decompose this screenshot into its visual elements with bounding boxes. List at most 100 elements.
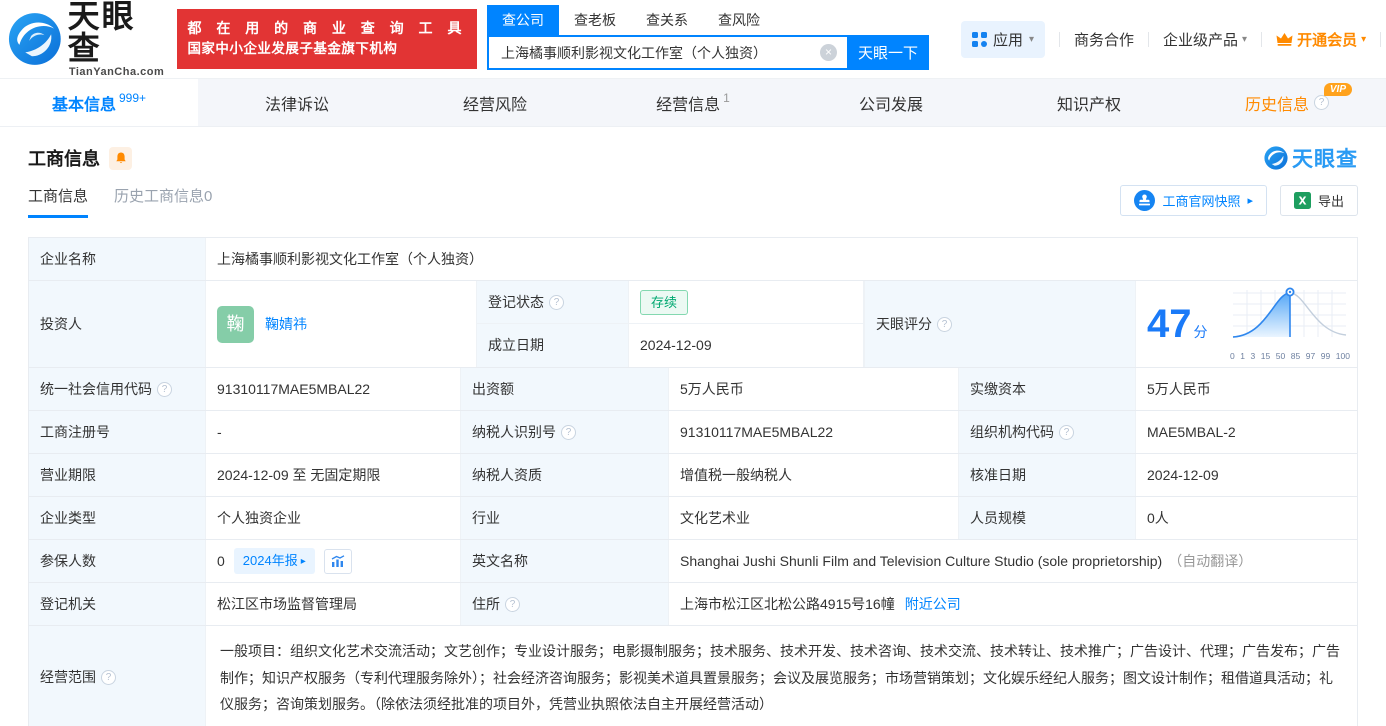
field-label-insured: 参保人数 xyxy=(29,540,206,582)
search-button[interactable]: 天眼一下 xyxy=(847,35,929,70)
bar-chart-icon xyxy=(331,555,345,568)
field-label-tax-qualification: 纳税人资质 xyxy=(461,454,669,496)
watermark-text: 天眼查 xyxy=(1292,143,1358,173)
field-value-authority: 松江区市场监督管理局 xyxy=(206,583,461,625)
chevron-down-icon: ▾ xyxy=(1361,34,1366,45)
field-value-capital: 5万人民币 xyxy=(669,368,959,410)
field-label-score: 天眼评分 ? xyxy=(865,281,1136,367)
top-header: 天眼查 TianYanCha.com 都 在 用 的 商 业 查 询 工 具 国… xyxy=(0,0,1386,79)
field-label-regno: 工商注册号 xyxy=(29,411,206,453)
field-value-paid-capital: 5万人民币 xyxy=(1136,368,1357,410)
search-tab-company[interactable]: 查公司 xyxy=(487,5,559,35)
field-value-establish-date: 2024-12-09 xyxy=(629,324,864,367)
field-label-term: 营业期限 xyxy=(29,454,206,496)
search-tab-risk[interactable]: 查风险 xyxy=(703,5,775,35)
search-tab-relation[interactable]: 查关系 xyxy=(631,5,703,35)
table-row-type: 企业类型 个人独资企业 行业 文化艺术业 人员规模 0人 xyxy=(29,497,1357,540)
tianyancha-company-page: 天眼查 TianYanCha.com 都 在 用 的 商 业 查 询 工 具 国… xyxy=(0,0,1386,726)
watermark-logo: 天眼查 xyxy=(1264,143,1358,173)
help-icon[interactable]: ? xyxy=(1314,95,1329,110)
slogan-line2: 国家中小企业发展子基金旗下机构 xyxy=(187,39,467,59)
field-label-approve-date: 核准日期 xyxy=(959,454,1136,496)
top-menu: 应用 ▾ 商务合作 企业级产品 ▾ 开通会员 ▾ xyxy=(961,21,1386,58)
table-row-regno: 工商注册号 - 纳税人识别号 ? 91310117MAE5MBAL22 组织机构… xyxy=(29,411,1357,454)
field-label-staff-size: 人员规模 xyxy=(959,497,1136,539)
help-icon[interactable]: ? xyxy=(505,597,520,612)
arrow-right-icon: ▸ xyxy=(301,554,306,569)
score-distribution-chart: 0131550859799100 xyxy=(1229,285,1351,363)
nav-enterprise-products[interactable]: 企业级产品 ▾ xyxy=(1163,29,1247,50)
search-tab-boss[interactable]: 查老板 xyxy=(559,5,631,35)
subtab-history-business-info[interactable]: 历史工商信息0 xyxy=(114,185,212,218)
help-icon[interactable]: ? xyxy=(101,670,116,685)
field-label-paid-capital: 实缴资本 xyxy=(959,368,1136,410)
field-label-investor: 投资人 xyxy=(29,281,206,367)
tab-history-info[interactable]: VIP 历史信息 ? xyxy=(1188,79,1386,126)
field-label-establish-date: 成立日期 xyxy=(477,324,629,367)
watermark-swirl-icon xyxy=(1264,146,1288,170)
help-icon[interactable]: ? xyxy=(1059,425,1074,440)
score-chart-ticks: 0131550859799100 xyxy=(1229,350,1351,363)
field-value-taxid: 91310117MAE5MBAL22 xyxy=(669,411,959,453)
field-label-orgcode: 组织机构代码 ? xyxy=(959,411,1136,453)
search-input[interactable] xyxy=(487,35,847,70)
grid-icon xyxy=(972,32,987,47)
annual-report-badge[interactable]: 2024年报 ▸ xyxy=(234,548,315,574)
field-value-investor: 鞠 鞠婧祎 xyxy=(206,281,477,367)
field-value-reg-status: 存续 xyxy=(629,281,864,324)
tianyancha-logo[interactable]: 天眼查 TianYanCha.com xyxy=(8,0,165,78)
business-info-table: 企业名称 上海橘事顺利影视文化工作室（个人独资） 投资人 鞠 鞠婧祎 登记状态 … xyxy=(28,237,1358,726)
tab-count-badge: 1 xyxy=(723,91,730,105)
nav-business-cooperation[interactable]: 商务合作 xyxy=(1074,29,1134,50)
logo-domain: TianYanCha.com xyxy=(69,67,164,78)
table-row-investor: 投资人 鞠 鞠婧祎 登记状态 ? 存续 成立日期 xyxy=(29,281,1357,368)
apps-button[interactable]: 应用 ▾ xyxy=(961,21,1045,58)
table-row-term: 营业期限 2024-12-09 至 无固定期限 纳税人资质 增值税一般纳税人 核… xyxy=(29,454,1357,497)
chevron-down-icon: ▾ xyxy=(1242,34,1247,45)
help-icon[interactable]: ? xyxy=(561,425,576,440)
field-label-company-name: 企业名称 xyxy=(29,238,206,280)
help-icon[interactable]: ? xyxy=(549,295,564,310)
status-badge: 存续 xyxy=(640,290,688,315)
main-content: 工商信息 天眼查 工商信息 历史工商信息 xyxy=(0,131,1386,726)
nearby-companies-link[interactable]: 附近公司 xyxy=(905,594,961,615)
clear-search-icon[interactable]: × xyxy=(820,44,837,61)
field-label-capital: 出资额 xyxy=(461,368,669,410)
score-value: 47 xyxy=(1147,304,1192,344)
table-row-uscc: 统一社会信用代码 ? 91310117MAE5MBAL22 出资额 5万人民币 … xyxy=(29,368,1357,411)
field-value-company-type: 个人独资企业 xyxy=(206,497,461,539)
slogan-line1: 都 在 用 的 商 业 查 询 工 具 xyxy=(187,18,467,39)
vip-badge: VIP xyxy=(1324,83,1352,96)
investor-avatar[interactable]: 鞠 xyxy=(217,306,254,343)
tab-basic-info[interactable]: 基本信息 999+ xyxy=(0,79,198,126)
nav-open-vip[interactable]: 开通会员 ▾ xyxy=(1276,29,1366,50)
chevron-down-icon: ▾ xyxy=(1029,34,1034,45)
tab-legal-proceedings[interactable]: 法律诉讼 xyxy=(198,79,396,126)
export-button[interactable]: 导出 xyxy=(1280,185,1358,216)
field-label-scope: 经营范围 ? xyxy=(29,626,206,726)
logo-text: 天眼查 xyxy=(68,0,166,64)
field-value-uscc: 91310117MAE5MBAL22 xyxy=(206,368,461,410)
help-icon[interactable]: ? xyxy=(157,382,172,397)
help-icon[interactable]: ? xyxy=(937,317,952,332)
subtab-business-info[interactable]: 工商信息 xyxy=(28,185,88,218)
field-value-staff-size: 0人 xyxy=(1136,497,1357,539)
field-value-regno: - xyxy=(206,411,461,453)
tab-intellectual-property[interactable]: 知识产权 xyxy=(990,79,1188,126)
snapshot-button[interactable]: 工商官网快照 ▸ xyxy=(1120,185,1267,216)
field-label-uscc: 统一社会信用代码 ? xyxy=(29,368,206,410)
field-label-company-type: 企业类型 xyxy=(29,497,206,539)
tab-operation-info[interactable]: 经营信息 1 xyxy=(594,79,792,126)
insured-trend-button[interactable] xyxy=(324,549,352,574)
section-title: 工商信息 xyxy=(28,145,100,171)
field-value-insured: 0 2024年报 ▸ xyxy=(206,540,461,582)
investor-link[interactable]: 鞠婧祎 xyxy=(265,314,307,335)
subscribe-bell-icon[interactable] xyxy=(109,147,132,170)
tab-company-development[interactable]: 公司发展 xyxy=(792,79,990,126)
field-label-english-name: 英文名称 xyxy=(461,540,669,582)
field-value-score: 47 分 xyxy=(1136,281,1357,367)
field-value-industry: 文化艺术业 xyxy=(669,497,959,539)
company-tab-strip: 基本信息 999+ 法律诉讼 经营风险 经营信息 1 公司发展 知识产权 VIP… xyxy=(0,79,1386,127)
tab-operation-risk[interactable]: 经营风险 xyxy=(396,79,594,126)
field-label-authority: 登记机关 xyxy=(29,583,206,625)
